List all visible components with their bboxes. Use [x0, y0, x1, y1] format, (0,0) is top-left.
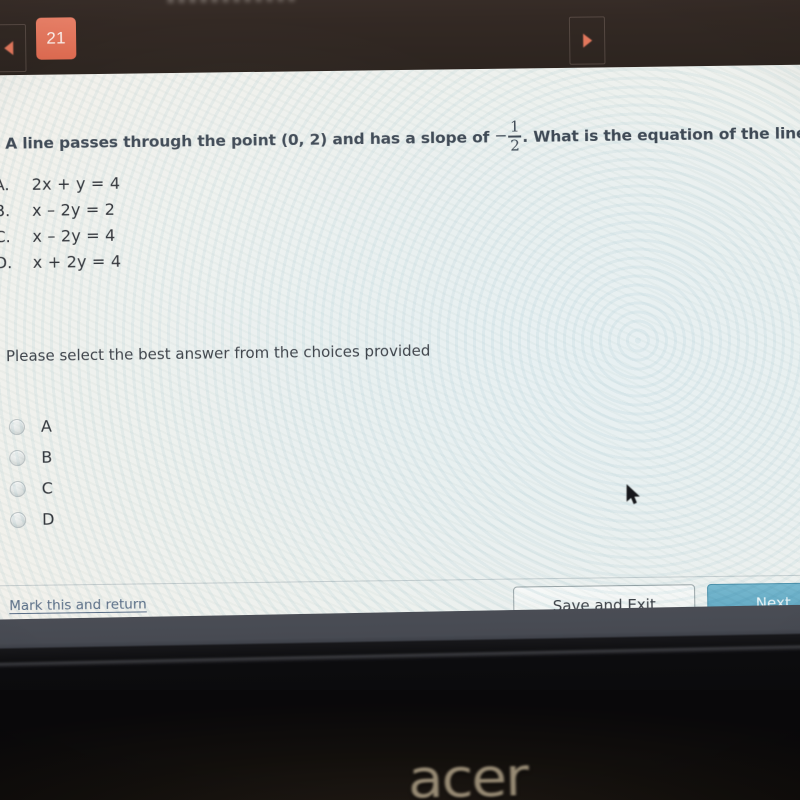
choice-d: D. x + 2y = 4 [0, 252, 121, 280]
question-text-after: . What is the equation of the line [522, 124, 800, 146]
radio-option-label: D [41, 509, 55, 529]
instruction-text: Please select the best answer from the c… [5, 341, 431, 366]
choice-c: C. x – 2y = 4 [0, 226, 121, 254]
answer-radio-group: A B C D [8, 411, 55, 536]
choice-letter: A. [0, 175, 10, 195]
answer-choice-list: A. 2x + y = 4 B. x – 2y = 2 C. x – 2y = … [0, 174, 121, 280]
next-question-button[interactable] [568, 16, 606, 65]
choice-letter: D. [0, 253, 13, 273]
choice-letter: C. [0, 227, 11, 247]
laptop-screen-photo: 21 A line passes through the point (0, 2… [0, 0, 800, 800]
radio-button-icon[interactable] [9, 449, 26, 466]
quiz-content-area: A line passes through the point (0, 2) a… [0, 64, 800, 646]
previous-question-button[interactable] [0, 23, 27, 73]
radio-option-label: B [41, 447, 53, 467]
radio-option-c[interactable]: C [9, 473, 55, 505]
choice-equation: x – 2y = 4 [32, 225, 116, 246]
question-prompt: A line passes through the point (0, 2) a… [5, 116, 800, 160]
fraction-one-half: 12 [508, 117, 522, 155]
blurred-header-text [167, 0, 298, 4]
radio-option-label: A [40, 416, 52, 436]
mark-this-and-return-link[interactable]: Mark this and return [9, 596, 147, 614]
choice-equation: x – 2y = 2 [31, 199, 116, 220]
fraction-denominator: 2 [510, 136, 520, 155]
choice-a: A. 2x + y = 4 [0, 174, 120, 202]
acer-brand-logo: acer [407, 745, 528, 800]
question-number-badge[interactable]: 21 [35, 17, 77, 60]
radio-option-d[interactable]: D [10, 504, 55, 536]
question-text-before: A line passes through the point (0, 2) a… [5, 128, 495, 153]
choice-equation: x + 2y = 4 [32, 251, 122, 272]
radio-button-icon[interactable] [8, 418, 26, 435]
negative-sign: − [494, 126, 508, 146]
desk-surface [0, 690, 800, 800]
radio-button-icon[interactable] [9, 480, 26, 497]
choice-equation: 2x + y = 4 [31, 173, 121, 194]
choice-letter: B. [0, 201, 11, 221]
radio-option-label: C [41, 478, 54, 498]
radio-button-icon[interactable] [10, 511, 27, 528]
radio-option-a[interactable]: A [8, 411, 54, 443]
fraction-numerator: 1 [509, 117, 520, 136]
triangle-right-icon [582, 33, 592, 48]
radio-option-b[interactable]: B [9, 442, 54, 474]
choice-b: B. x – 2y = 2 [0, 200, 121, 228]
triangle-left-icon [3, 41, 13, 56]
